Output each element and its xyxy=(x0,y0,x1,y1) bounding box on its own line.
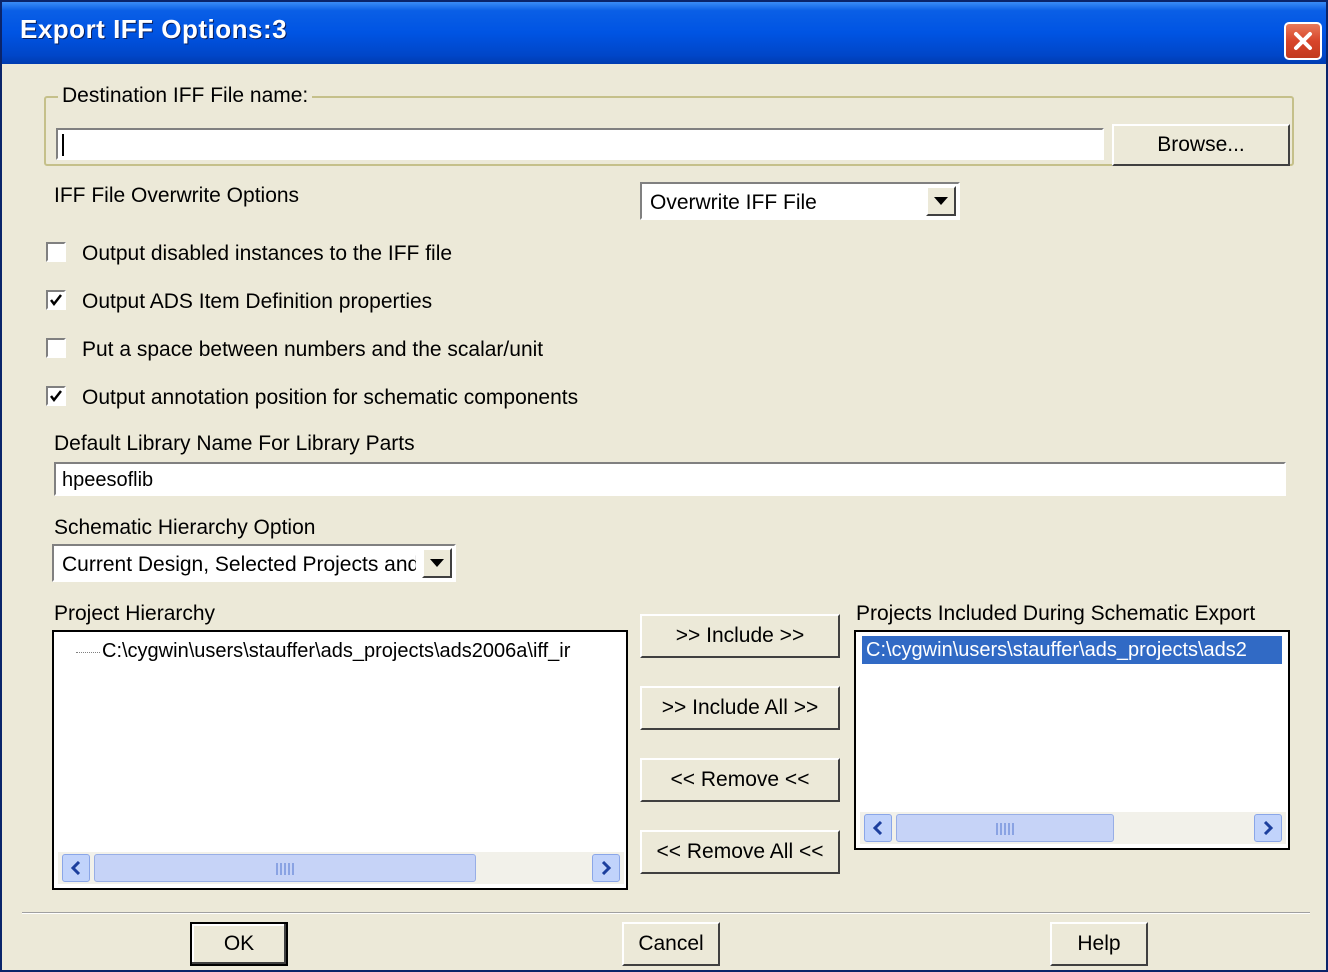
hierarchy-option-value: Current Design, Selected Projects and xyxy=(62,553,416,576)
horizontal-scrollbar[interactable] xyxy=(860,812,1286,844)
project-hierarchy-label: Project Hierarchy xyxy=(54,602,216,625)
overwrite-dropdown-button[interactable] xyxy=(926,186,956,216)
overwrite-options-value: Overwrite IFF File xyxy=(650,191,817,214)
title-bar[interactable]: Export IFF Options:3 xyxy=(2,2,1326,64)
hierarchy-dropdown-button[interactable] xyxy=(422,548,452,578)
tree-item[interactable]: C:\cygwin\users\stauffer\ads_projects\ad… xyxy=(102,640,570,663)
scroll-thumb[interactable] xyxy=(94,854,476,882)
ok-button[interactable]: OK xyxy=(190,922,288,966)
checkbox-label[interactable]: Output disabled instances to the IFF fil… xyxy=(82,242,452,266)
checkbox-output-ads-properties[interactable] xyxy=(46,290,66,310)
projects-included-label: Projects Included During Schematic Expor… xyxy=(856,602,1256,625)
default-library-input[interactable]: hpeesoflib xyxy=(54,462,1286,496)
scroll-left-button[interactable] xyxy=(62,854,90,882)
remove-button[interactable]: << Remove << xyxy=(640,758,840,802)
help-button[interactable]: Help xyxy=(1050,922,1148,966)
overwrite-options-select[interactable]: Overwrite IFF File xyxy=(640,182,960,220)
hierarchy-option-select[interactable]: Current Design, Selected Projects and xyxy=(52,544,456,582)
scroll-thumb[interactable] xyxy=(896,814,1114,842)
export-iff-dialog: Export IFF Options:3 Destination IFF Fil… xyxy=(0,0,1328,972)
checkbox-label[interactable]: Put a space between numbers and the scal… xyxy=(82,338,543,362)
remove-all-button[interactable]: << Remove All << xyxy=(640,830,840,874)
cancel-button[interactable]: Cancel xyxy=(622,922,720,966)
default-library-value: hpeesoflib xyxy=(62,469,154,491)
include-button[interactable]: >> Include >> xyxy=(640,614,840,658)
list-item-selected[interactable]: C:\cygwin\users\stauffer\ads_projects\ad… xyxy=(862,636,1282,664)
scroll-right-button[interactable] xyxy=(592,854,620,882)
projects-included-list[interactable]: C:\cygwin\users\stauffer\ads_projects\ad… xyxy=(854,630,1290,850)
checkbox-label[interactable]: Output ADS Item Definition properties xyxy=(82,290,432,314)
project-hierarchy-tree[interactable]: C:\cygwin\users\stauffer\ads_projects\ad… xyxy=(52,630,628,890)
checkbox-annotation-position[interactable] xyxy=(46,386,66,406)
overwrite-options-label: IFF File Overwrite Options xyxy=(54,184,300,207)
include-all-button[interactable]: >> Include All >> xyxy=(640,686,840,730)
tree-connector xyxy=(76,652,100,653)
horizontal-scrollbar[interactable] xyxy=(58,852,624,884)
checkbox-output-disabled[interactable] xyxy=(46,242,66,262)
hierarchy-option-label: Schematic Hierarchy Option xyxy=(54,516,316,539)
scroll-right-button[interactable] xyxy=(1254,814,1282,842)
footer-separator xyxy=(22,912,1310,914)
checkbox-space-scalar[interactable] xyxy=(46,338,66,358)
default-library-label: Default Library Name For Library Parts xyxy=(54,432,415,455)
destination-file-input[interactable] xyxy=(56,128,1104,160)
destination-group-label: Destination IFF File name: xyxy=(58,84,313,108)
close-button[interactable] xyxy=(1284,22,1322,60)
checkbox-label[interactable]: Output annotation position for schematic… xyxy=(82,386,578,410)
window-title: Export IFF Options:3 xyxy=(20,14,288,44)
browse-button[interactable]: Browse... xyxy=(1112,124,1290,166)
scroll-left-button[interactable] xyxy=(864,814,892,842)
